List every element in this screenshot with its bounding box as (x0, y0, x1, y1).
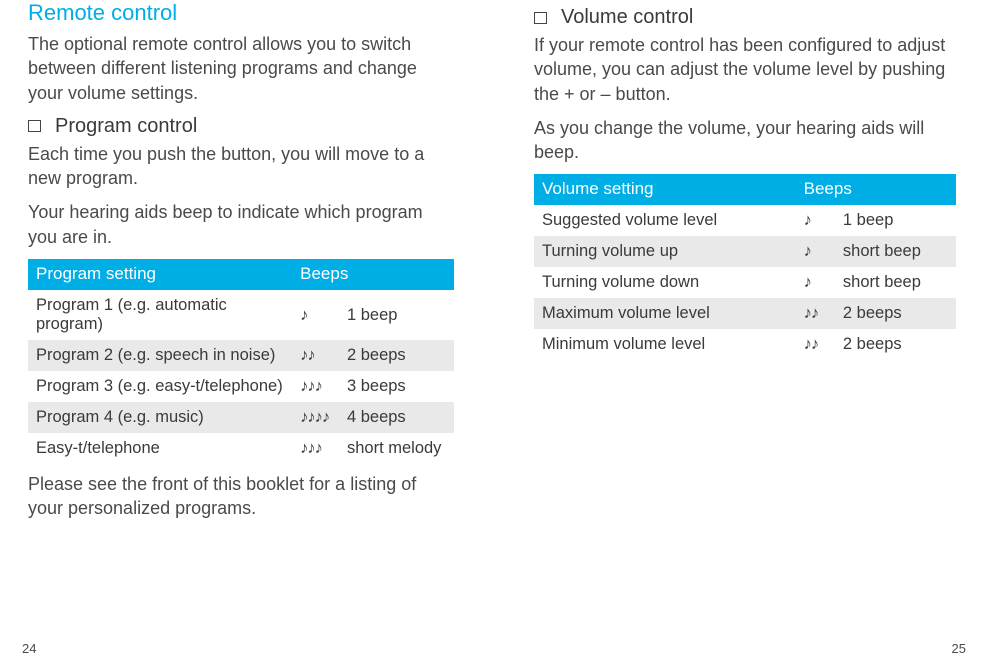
cell-setting: Program 1 (e.g. automatic program) (28, 290, 292, 340)
page-title: Remote control (28, 0, 454, 26)
cell-setting: Suggested volume level (534, 205, 796, 236)
note-icon: ♪♪♪ (292, 371, 339, 402)
note-icon: ♪♪ (292, 340, 339, 371)
volume-settings-table: Volume setting Beeps Suggested volume le… (534, 174, 956, 360)
cell-beeps: 2 beeps (339, 340, 454, 371)
table-header-col2: Beeps (796, 174, 956, 205)
program-settings-table: Program setting Beeps Program 1 (e.g. au… (28, 259, 454, 464)
cell-beeps: 2 beeps (835, 329, 956, 360)
subheading-volume-control: Volume control (534, 6, 956, 29)
note-icon: ♪ (292, 290, 339, 340)
cell-beeps: 4 beeps (339, 402, 454, 433)
cell-setting: Minimum volume level (534, 329, 796, 360)
cell-setting: Turning volume down (534, 267, 796, 298)
page-right: Volume control If your remote control ha… (494, 0, 988, 668)
cell-setting: Program 4 (e.g. music) (28, 402, 292, 433)
cell-setting: Turning volume up (534, 236, 796, 267)
table-row: Program 4 (e.g. music) ♪♪♪♪ 4 beeps (28, 402, 454, 433)
table-header-col2: Beeps (292, 259, 454, 290)
cell-beeps: 3 beeps (339, 371, 454, 402)
table-row: Program 2 (e.g. speech in noise) ♪♪ 2 be… (28, 340, 454, 371)
table-row: Maximum volume level ♪♪ 2 beeps (534, 298, 956, 329)
cell-setting: Easy-t/telephone (28, 433, 292, 464)
paragraph: Your hearing aids beep to indicate which… (28, 200, 454, 249)
note-icon: ♪ (796, 236, 835, 267)
table-row: Easy-t/telephone ♪♪♪ short melody (28, 433, 454, 464)
note-icon: ♪♪ (796, 329, 835, 360)
cell-setting: Maximum volume level (534, 298, 796, 329)
table-row: Program 3 (e.g. easy-t/telephone) ♪♪♪ 3 … (28, 371, 454, 402)
subheading-label: Program control (55, 115, 197, 138)
footnote-paragraph: Please see the front of this booklet for… (28, 472, 454, 521)
note-icon: ♪ (796, 267, 835, 298)
checkbox-icon (28, 120, 41, 132)
cell-setting: Program 2 (e.g. speech in noise) (28, 340, 292, 371)
table-row: Turning volume down ♪ short beep (534, 267, 956, 298)
note-icon: ♪♪♪ (292, 433, 339, 464)
table-header-col1: Program setting (28, 259, 292, 290)
note-icon: ♪ (796, 205, 835, 236)
cell-beeps: short beep (835, 236, 956, 267)
checkbox-icon (534, 12, 547, 24)
table-row: Suggested volume level ♪ 1 beep (534, 205, 956, 236)
table-row: Minimum volume level ♪♪ 2 beeps (534, 329, 956, 360)
cell-beeps: 1 beep (835, 205, 956, 236)
paragraph: If your remote control has been configur… (534, 33, 956, 106)
page-left: Remote control The optional remote contr… (0, 0, 494, 668)
table-row: Program 1 (e.g. automatic program) ♪ 1 b… (28, 290, 454, 340)
paragraph: Each time you push the button, you will … (28, 142, 454, 191)
intro-paragraph: The optional remote control allows you t… (28, 32, 454, 105)
subheading-label: Volume control (561, 6, 693, 29)
table-row: Turning volume up ♪ short beep (534, 236, 956, 267)
page-number: 24 (22, 641, 36, 656)
cell-beeps: short melody (339, 433, 454, 464)
note-icon: ♪♪♪♪ (292, 402, 339, 433)
cell-setting: Program 3 (e.g. easy-t/telephone) (28, 371, 292, 402)
table-header-col1: Volume setting (534, 174, 796, 205)
paragraph: As you change the volume, your hearing a… (534, 116, 956, 165)
cell-beeps: short beep (835, 267, 956, 298)
subheading-program-control: Program control (28, 115, 454, 138)
cell-beeps: 2 beeps (835, 298, 956, 329)
note-icon: ♪♪ (796, 298, 835, 329)
page-number: 25 (952, 641, 966, 656)
cell-beeps: 1 beep (339, 290, 454, 340)
